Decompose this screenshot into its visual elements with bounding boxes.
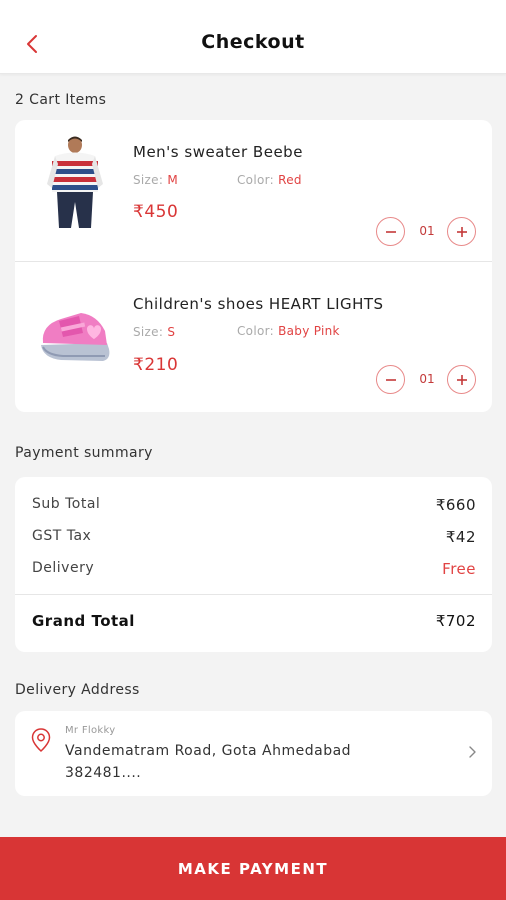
size-value: S: [167, 325, 176, 339]
gst-label: GST Tax: [32, 528, 92, 544]
cart-items-label: 2 Cart Items: [15, 92, 107, 108]
make-payment-button[interactable]: MAKE PAYMENT: [0, 837, 506, 900]
delivery-label: Delivery: [32, 560, 95, 576]
plus-icon: [456, 374, 467, 385]
recipient-name: Mr Flokky: [65, 725, 116, 736]
quantity-value: 01: [419, 372, 435, 386]
item-divider: [15, 261, 492, 262]
decrease-qty-button[interactable]: [376, 217, 405, 246]
product-name: Children's shoes HEART LIGHTS: [133, 295, 384, 313]
grand-total-value: ₹702: [435, 612, 476, 630]
location-pin-icon: [31, 728, 51, 753]
color-label: Color:: [237, 173, 274, 187]
product-color: Color: Red: [237, 173, 302, 187]
cart-card: Men's sweater Beebe Size: M Color: Red ₹…: [15, 120, 492, 412]
product-price: ₹210: [133, 355, 179, 375]
address-line-1: Vandematram Road, Gota Ahmedabad: [65, 743, 352, 759]
delivery-row: Delivery Free: [32, 560, 476, 580]
page-title: Checkout: [201, 31, 305, 53]
gst-row: GST Tax ₹42: [32, 528, 476, 548]
cart-item: Children's shoes HEART LIGHTS Size: S Co…: [15, 269, 492, 412]
product-image: [37, 283, 113, 381]
header-bar: Checkout: [0, 0, 506, 74]
gst-value: ₹42: [445, 528, 476, 546]
size-label: Size:: [133, 173, 164, 187]
increase-qty-button[interactable]: [447, 217, 476, 246]
minus-icon: [385, 378, 396, 381]
payment-summary-card: Sub Total ₹660 GST Tax ₹42 Delivery Free…: [15, 477, 492, 652]
product-color: Color: Baby Pink: [237, 324, 340, 338]
quantity-value: 01: [419, 224, 435, 238]
color-label: Color:: [237, 324, 274, 338]
delivery-address-card[interactable]: Mr Flokky Vandematram Road, Gota Ahmedab…: [15, 711, 492, 796]
subtotal-value: ₹660: [435, 496, 476, 514]
subtotal-row: Sub Total ₹660: [32, 496, 476, 516]
grand-total-row: Grand Total ₹702: [32, 612, 476, 632]
grand-total-label: Grand Total: [32, 612, 135, 630]
product-image: [37, 134, 113, 232]
cart-item: Men's sweater Beebe Size: M Color: Red ₹…: [15, 120, 492, 263]
color-value: Baby Pink: [278, 324, 340, 338]
subtotal-label: Sub Total: [32, 496, 101, 512]
delivery-value: Free: [442, 560, 476, 578]
increase-qty-button[interactable]: [447, 365, 476, 394]
payment-summary-label: Payment summary: [15, 445, 153, 461]
decrease-qty-button[interactable]: [376, 365, 405, 394]
product-price: ₹450: [133, 202, 179, 222]
product-size: Size: S: [133, 325, 175, 339]
minus-icon: [385, 230, 396, 233]
size-value: M: [167, 173, 178, 187]
color-value: Red: [278, 173, 302, 187]
summary-divider: [15, 594, 492, 595]
chevron-right-icon: [469, 746, 476, 758]
address-line-2: 382481....: [65, 765, 142, 781]
size-label: Size:: [133, 325, 164, 339]
delivery-address-label: Delivery Address: [15, 682, 140, 698]
plus-icon: [456, 226, 467, 237]
product-size: Size: M: [133, 173, 178, 187]
product-name: Men's sweater Beebe: [133, 143, 303, 161]
